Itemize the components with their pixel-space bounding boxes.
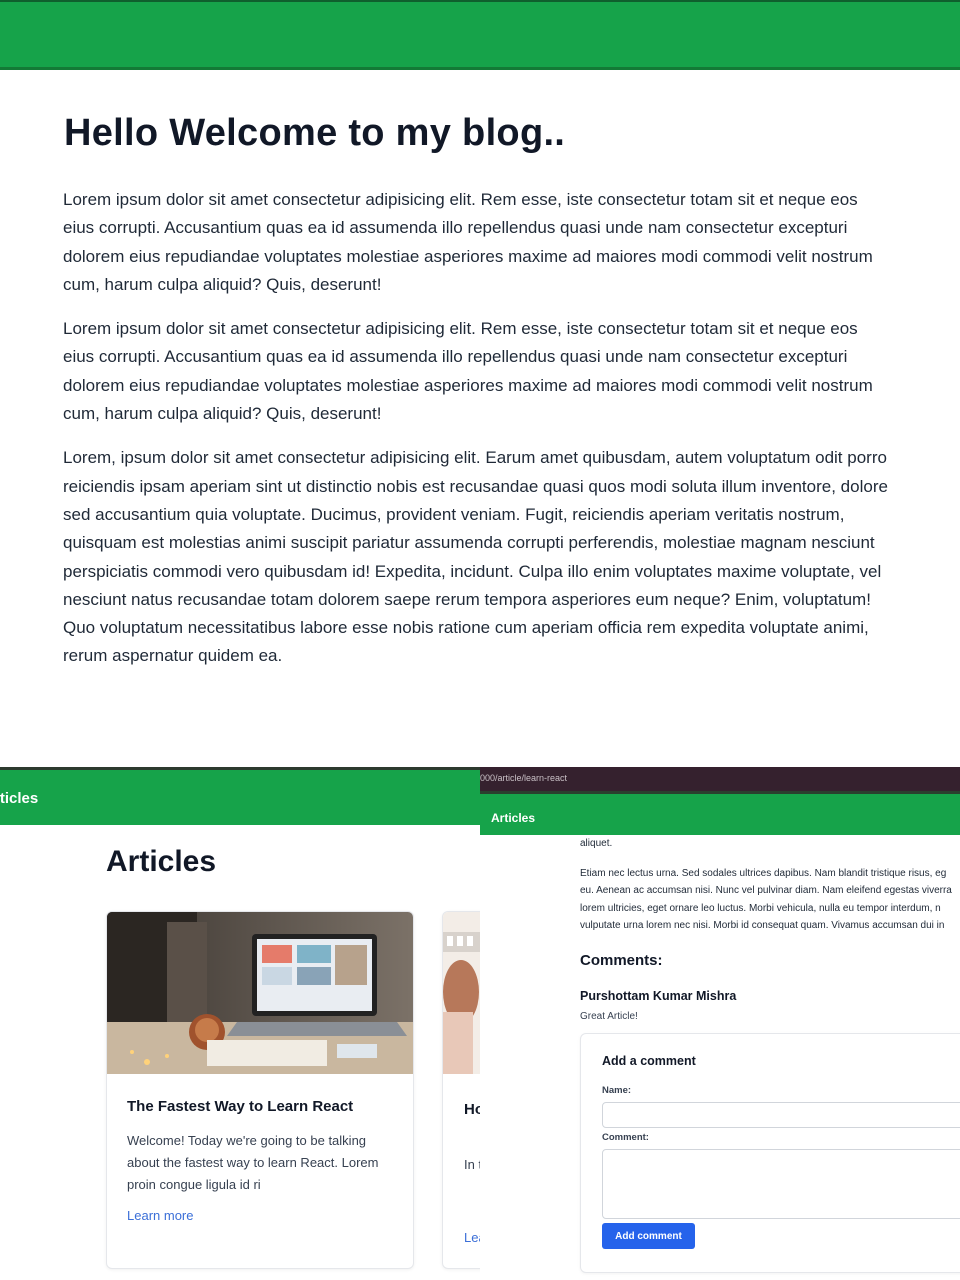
- nav-articles-link[interactable]: Articles: [491, 811, 535, 825]
- nav-articles-link[interactable]: rticles: [0, 790, 38, 807]
- add-comment-form: Add a comment Name: Comment: Add comment: [580, 1033, 960, 1273]
- comment-text: Great Article!: [580, 1011, 638, 1022]
- article-paragraph-line: vulputate urna lorem nec nisi. Morbi id …: [580, 920, 945, 932]
- learn-more-link[interactable]: Learn more: [127, 1208, 193, 1223]
- articles-navbar: rticles: [0, 767, 480, 825]
- article-card-second[interactable]: Ho Mi In t loc No Lea: [442, 911, 480, 1269]
- article-card-description: Welcome! Today we're going to be talking…: [127, 1133, 379, 1192]
- article-page-screenshot: 000/article/learn-react Articles aliquet…: [480, 767, 960, 1280]
- article-card-description: In t loc No: [464, 1157, 480, 1172]
- blog-content: Lorem ipsum dolor sit amet consectetur a…: [63, 186, 893, 687]
- comment-label: Comment:: [602, 1132, 649, 1143]
- top-navbar: [0, 0, 960, 70]
- url-text: 000/article/learn-react: [480, 773, 568, 783]
- learn-more-link[interactable]: Lea: [464, 1230, 480, 1245]
- articles-list-screenshot: rticles Articles: [0, 767, 480, 1280]
- name-input[interactable]: [602, 1102, 960, 1128]
- keyboard-photo: [443, 912, 480, 1074]
- comments-heading: Comments:: [580, 952, 663, 969]
- laptop-photo: [107, 912, 413, 1074]
- article-card-react[interactable]: The Fastest Way to Learn React Welcome! …: [106, 911, 414, 1269]
- name-label: Name:: [602, 1085, 632, 1096]
- form-title: Add a comment: [602, 1054, 696, 1068]
- articles-heading: Articles: [106, 845, 217, 878]
- article-paragraph-line: eu. Aenean ac accumsan nisi. Nunc vel pu…: [580, 885, 952, 897]
- article-card-title: Ho Mi: [464, 1101, 480, 1118]
- comment-author: Purshottam Kumar Mishra: [580, 989, 737, 1003]
- blog-paragraph-3: Lorem, ipsum dolor sit amet consectetur …: [63, 448, 888, 666]
- article-navbar: Articles: [480, 791, 960, 835]
- article-paragraph: Etiam nec lectus urna. Sed sodales ultri…: [580, 865, 960, 935]
- blog-paragraph-2: Lorem ipsum dolor sit amet consectetur a…: [63, 319, 873, 424]
- article-card-title: The Fastest Way to Learn React: [127, 1098, 354, 1115]
- blog-screenshot: Hello Welcome to my blog.. Lorem ipsum d…: [0, 0, 960, 700]
- page-title: Hello Welcome to my blog..: [64, 112, 566, 154]
- add-comment-button[interactable]: Add comment: [602, 1223, 695, 1249]
- comment-textarea[interactable]: [602, 1149, 960, 1219]
- article-paragraph-line: lorem ultricies, eget ornare leo luctus.…: [580, 902, 941, 914]
- blog-paragraph-1: Lorem ipsum dolor sit amet consectetur a…: [63, 190, 873, 294]
- article-paragraph-line: Etiam nec lectus urna. Sed sodales ultri…: [580, 868, 947, 879]
- article-text-fragment: aliquet.: [580, 838, 613, 849]
- browser-address-bar[interactable]: 000/article/learn-react: [480, 767, 960, 791]
